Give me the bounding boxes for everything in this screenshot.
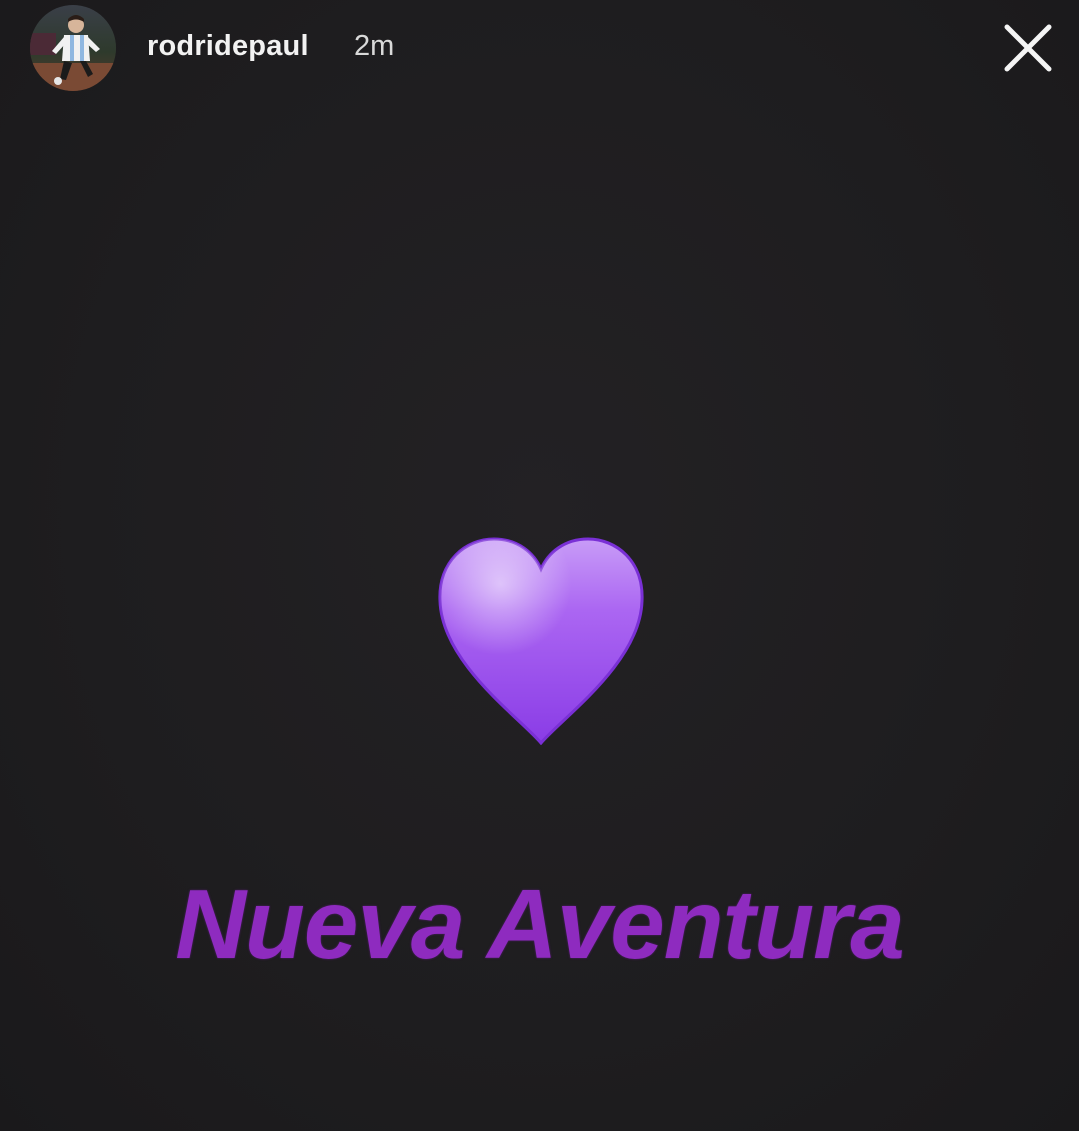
close-icon [1004, 24, 1052, 72]
purple-heart-icon [438, 537, 644, 745]
username[interactable]: rodridepaul [147, 30, 309, 63]
timestamp: 2m [354, 30, 395, 62]
story-header: rodridepaul 2m [0, 0, 1079, 100]
story-viewer[interactable]: rodridepaul 2m Nueva Aventura [0, 0, 1079, 1131]
avatar[interactable] [30, 5, 116, 91]
profile-photo-icon [30, 5, 116, 91]
story-caption: Nueva Aventura [175, 869, 905, 979]
close-button[interactable] [998, 18, 1058, 78]
